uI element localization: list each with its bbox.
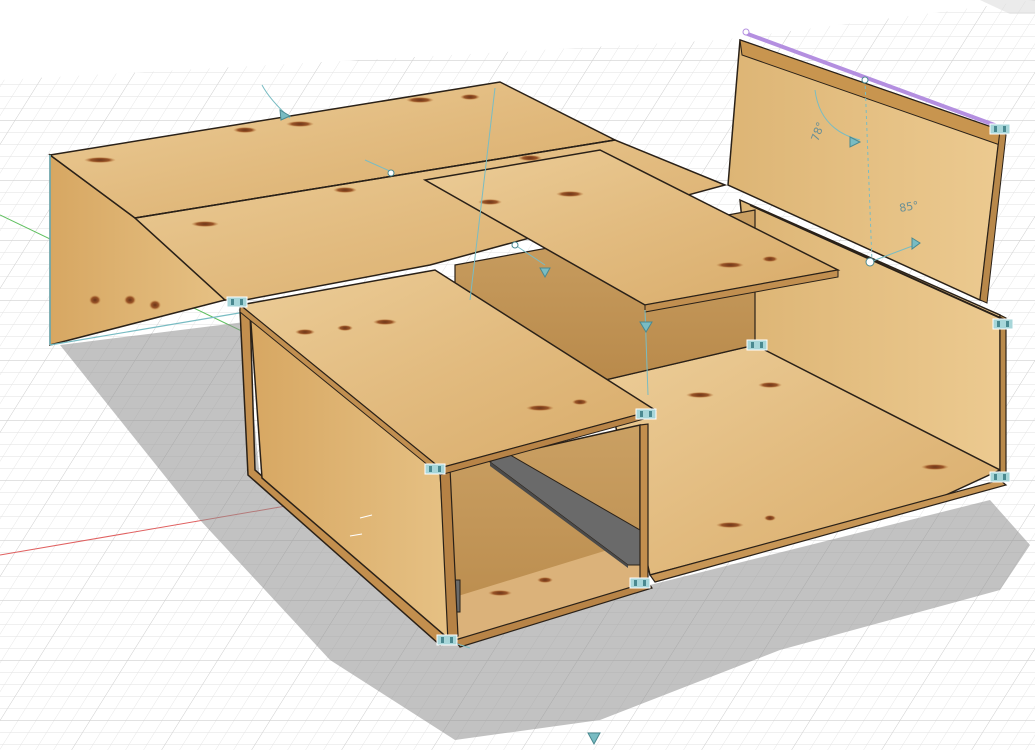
hinge-icon[interactable] — [226, 296, 248, 308]
hinge-icon[interactable] — [635, 408, 657, 420]
hinge-icon[interactable] — [989, 123, 1011, 135]
3d-viewport[interactable]: 78° 85° — [0, 0, 1035, 750]
hinge-icon[interactable] — [746, 339, 768, 351]
pivot-point-icon[interactable] — [861, 76, 869, 84]
hinge-icon[interactable] — [436, 634, 458, 646]
pivot-point-icon[interactable] — [511, 241, 519, 249]
pivot-point-icon[interactable] — [742, 28, 750, 36]
hinge-icon[interactable] — [992, 318, 1014, 330]
hinge-icon[interactable] — [424, 463, 446, 475]
hinge-icon[interactable] — [989, 471, 1011, 483]
viewport-canvas[interactable]: 78° 85° — [0, 0, 1035, 750]
pivot-point-icon[interactable] — [865, 257, 875, 267]
hinge-icon[interactable] — [629, 577, 651, 589]
pivot-point-icon[interactable] — [387, 169, 395, 177]
